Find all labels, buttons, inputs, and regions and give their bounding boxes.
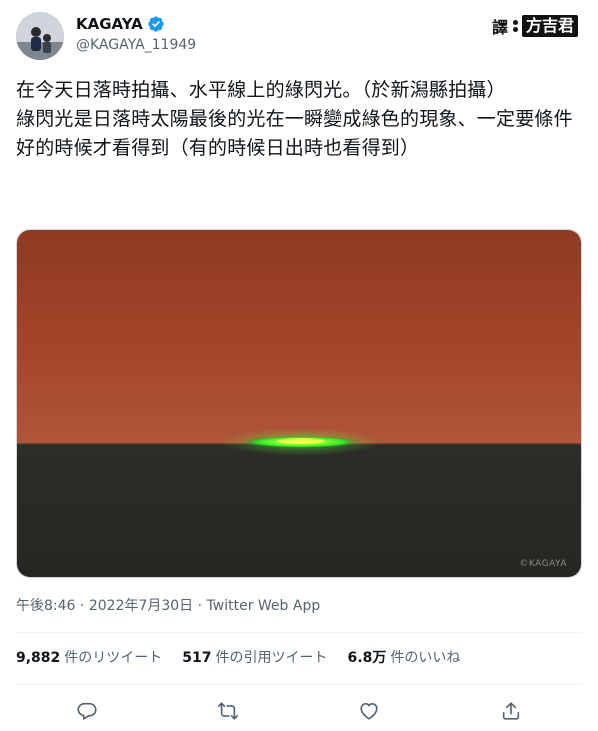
reply-button[interactable]: [70, 694, 104, 728]
like-count[interactable]: 6.8万 件のいいね: [348, 648, 461, 668]
tweet-container: KAGAYA @KAGAYA_11949 譯 方吉君 在今天日落時拍攝、水平線上…: [0, 0, 598, 731]
colon-separator-icon: [510, 19, 520, 33]
retweet-icon: [218, 702, 238, 720]
share-icon: [502, 702, 520, 720]
divider: [16, 632, 582, 633]
photo-watermark: ©KAGAYA: [519, 559, 567, 569]
avatar[interactable]: [16, 12, 64, 60]
action-bar: [0, 692, 598, 726]
stat-label: 件の引用ツイート: [215, 650, 328, 666]
verified-badge-icon: [147, 15, 165, 33]
quote-tweet-count[interactable]: 517 件の引用ツイート: [182, 648, 327, 668]
translator-badge: 譯 方吉君: [485, 13, 584, 39]
name-row: KAGAYA: [76, 14, 165, 34]
tweet-text-line: 在今天日落時拍攝、水平線上的綠閃光。（於新潟縣拍攝）: [16, 79, 506, 101]
divider: [16, 684, 582, 685]
stat-number: 9,882: [16, 650, 61, 666]
display-name[interactable]: KAGAYA: [76, 14, 143, 34]
translator-label: 譯: [491, 18, 508, 37]
meta-separator: ·: [75, 598, 89, 614]
tweet-text-line: 綠閃光是日落時太陽最後的光在一瞬變成綠色的現象、一定要條件好的時候才看得到（有的…: [16, 108, 573, 159]
avatar-image: [16, 12, 64, 60]
share-button[interactable]: [494, 694, 528, 728]
meta-separator: ·: [193, 598, 207, 614]
like-icon: [360, 703, 378, 720]
tweet-time[interactable]: 午後8:46: [16, 598, 75, 614]
tweet-source[interactable]: Twitter Web App: [207, 598, 321, 614]
stat-number: 517: [182, 650, 212, 666]
tweet-photo[interactable]: ©KAGAYA: [16, 229, 582, 578]
retweet-count[interactable]: 9,882 件のリツイート: [16, 648, 162, 668]
retweet-button[interactable]: [211, 694, 245, 728]
stat-label: 件のいいね: [390, 650, 461, 666]
stat-label: 件のリツイート: [64, 650, 163, 666]
green-flash-photo: [17, 230, 581, 577]
tweet-date[interactable]: 2022年7月30日: [89, 598, 193, 614]
user-handle[interactable]: @KAGAYA_11949: [76, 36, 196, 54]
translator-name: 方吉君: [521, 15, 578, 37]
tweet-text: 在今天日落時拍攝、水平線上的綠閃光。（於新潟縣拍攝） 綠閃光是日落時太陽最後的光…: [16, 76, 582, 163]
like-button[interactable]: [352, 694, 386, 728]
stat-number: 6.8万: [347, 650, 387, 666]
tweet-meta: 午後8:46 · 2022年7月30日 · Twitter Web App: [16, 596, 320, 616]
engagement-stats: 9,882 件のリツイート 517 件の引用ツイート 6.8万 件のいいね: [16, 648, 460, 668]
reply-icon: [77, 702, 97, 720]
